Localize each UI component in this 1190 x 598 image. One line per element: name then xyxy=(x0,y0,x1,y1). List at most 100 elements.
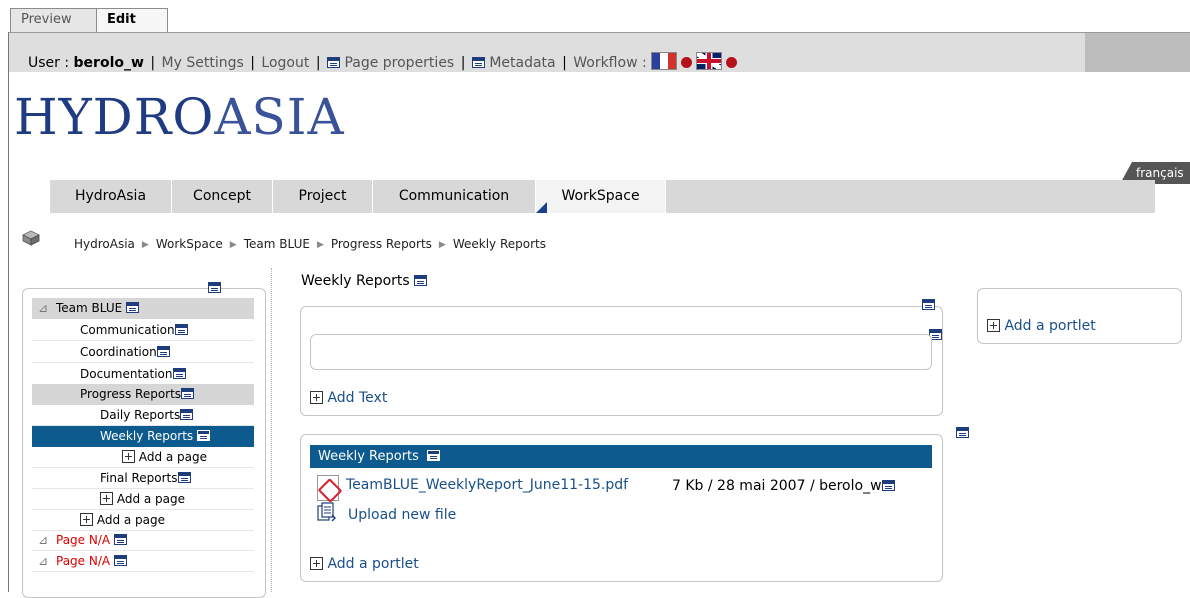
flag-fr-icon[interactable] xyxy=(651,52,678,70)
page-properties-icon[interactable] xyxy=(156,346,170,357)
status-dot-icon xyxy=(681,57,693,68)
user-label: User : xyxy=(28,55,70,71)
nav-tab-workspace[interactable]: WorkSpace xyxy=(536,180,666,213)
plus-icon xyxy=(310,557,323,570)
page-properties-icon[interactable] xyxy=(956,427,970,438)
add-portlet-label: Add a portlet xyxy=(327,556,419,572)
tree-item-label: Coordination xyxy=(80,345,157,359)
left-border xyxy=(8,32,9,592)
page-properties-icon[interactable] xyxy=(922,299,936,310)
tree-item-final-reports[interactable]: Final Reports xyxy=(32,468,254,489)
tree-item-weekly-reports[interactable]: Weekly Reports xyxy=(32,426,254,447)
tree-item-label: Weekly Reports xyxy=(100,429,194,443)
nav-tab-communication[interactable]: Communication xyxy=(373,180,536,213)
page-properties-icon[interactable] xyxy=(181,388,195,399)
nav-tab-project[interactable]: Project xyxy=(273,180,373,213)
breadcrumb-arrow-icon: ▶ xyxy=(438,240,446,250)
page-properties-link[interactable]: Page properties xyxy=(344,55,454,71)
nav-tab-hydroasia[interactable]: HydroAsia xyxy=(50,180,172,213)
page-properties-icon[interactable] xyxy=(113,534,127,545)
tree-item-daily-reports[interactable]: Daily Reports xyxy=(32,405,254,426)
tab-edit[interactable]: Edit xyxy=(96,8,168,32)
page-properties-icon[interactable] xyxy=(113,555,127,566)
tree-add-page-progress[interactable]: Add a page xyxy=(32,489,254,510)
my-settings-link[interactable]: My Settings xyxy=(162,55,244,71)
breadcrumb-arrow-icon: ▶ xyxy=(229,240,237,250)
breadcrumb: HydroAsia ▶ WorkSpace ▶ Team BLUE ▶ Progress R… xyxy=(74,236,546,253)
text-content-field[interactable] xyxy=(310,334,932,370)
tree-item-communication[interactable]: Communication xyxy=(32,320,254,341)
plus-icon xyxy=(100,492,113,505)
breadcrumb-item[interactable]: Team BLUE xyxy=(244,237,310,251)
tree-item-team-blue[interactable]: ⊿ Team BLUE xyxy=(32,298,254,319)
page-properties-icon[interactable] xyxy=(180,409,194,420)
file-meta: 7 Kb / 28 mai 2007 / berolo_w xyxy=(672,477,895,495)
cube-icon xyxy=(22,230,40,246)
metadata-icon[interactable] xyxy=(471,57,485,68)
page-properties-icon[interactable] xyxy=(208,282,221,293)
site-logo[interactable]: HYDROASIA xyxy=(14,88,345,146)
tree-item-progress-reports[interactable]: Progress Reports xyxy=(32,384,254,405)
logout-link[interactable]: Logout xyxy=(261,55,309,71)
page-properties-icon[interactable] xyxy=(172,368,186,379)
tree-item-label: Page N/A xyxy=(56,533,111,547)
add-page-label: Add a page xyxy=(116,492,186,506)
breadcrumb-item[interactable]: Weekly Reports xyxy=(453,237,546,251)
status-dot-icon xyxy=(726,57,738,68)
plus-icon xyxy=(310,391,323,404)
add-portlet-right-button[interactable]: Add a portlet xyxy=(987,317,1096,335)
plus-icon xyxy=(122,450,135,463)
tree-item-label: Documentation xyxy=(80,367,173,381)
tree-item-page-na[interactable]: ⊿ Page N/A xyxy=(32,551,254,572)
add-text-button[interactable]: Add Text xyxy=(310,389,387,407)
page-properties-icon[interactable] xyxy=(881,480,895,491)
plus-icon xyxy=(987,319,1000,332)
metadata-link[interactable]: Metadata xyxy=(489,55,555,71)
plus-icon xyxy=(80,513,93,526)
file-meta-text: 7 Kb / 28 mai 2007 / berolo_w xyxy=(672,478,882,494)
pdf-icon xyxy=(317,475,339,501)
main-navigation: HydroAsia Concept Project Communication … xyxy=(50,180,1155,213)
add-portlet-button[interactable]: Add a portlet xyxy=(310,555,419,573)
logo-text-asia: ASIA xyxy=(214,88,345,146)
page-properties-icon[interactable] xyxy=(197,430,210,441)
tree-item-page-na[interactable]: ⊿ Page N/A xyxy=(32,530,254,551)
pdf-file-link[interactable]: TeamBLUE_WeeklyReport_June11-15.pdf xyxy=(346,476,628,494)
upload-icon xyxy=(317,502,336,522)
user-toolbar-extension xyxy=(1085,32,1190,72)
breadcrumb-item[interactable]: Progress Reports xyxy=(331,237,432,251)
upload-new-file-link[interactable]: Upload new file xyxy=(348,506,456,524)
tree-add-page-weekly[interactable]: Add a page xyxy=(32,447,254,468)
right-portlet-area xyxy=(977,288,1182,344)
file-portlet-header: Weekly Reports xyxy=(310,445,932,468)
page-properties-icon[interactable] xyxy=(326,57,340,68)
page-properties-icon[interactable] xyxy=(177,472,191,483)
user-toolbar-links: User : berolo_w | My Settings | Logout |… xyxy=(28,52,741,72)
file-portlet-title: Weekly Reports xyxy=(318,449,419,464)
add-portlet-label: Add a portlet xyxy=(1004,318,1096,334)
breadcrumb-item[interactable]: WorkSpace xyxy=(156,237,223,251)
workflow-label: Workflow : xyxy=(573,55,647,71)
page-title-text: Weekly Reports xyxy=(301,273,410,289)
mode-tab-bar xyxy=(0,0,1190,32)
logo-text-hydro: HYDRO xyxy=(14,88,215,146)
flag-uk-icon[interactable] xyxy=(696,52,723,70)
nav-tab-concept[interactable]: Concept xyxy=(172,180,273,213)
page-properties-icon[interactable] xyxy=(414,275,428,286)
breadcrumb-item[interactable]: HydroAsia xyxy=(74,237,135,251)
tree-item-coordination[interactable]: Coordination xyxy=(32,342,254,363)
tree-item-documentation[interactable]: Documentation xyxy=(32,364,254,385)
breadcrumb-arrow-icon: ▶ xyxy=(316,240,324,250)
add-text-label: Add Text xyxy=(327,390,388,406)
page-properties-icon[interactable] xyxy=(427,450,441,461)
page-title: Weekly Reports xyxy=(301,272,428,290)
tree-add-page-team[interactable]: Add a page xyxy=(32,510,254,531)
tree-item-label: Communication xyxy=(80,323,175,337)
tree-item-label: Team BLUE xyxy=(56,301,123,315)
column-divider xyxy=(271,268,272,592)
tab-preview[interactable]: Preview xyxy=(10,8,102,32)
username: berolo_w xyxy=(73,55,144,71)
tree-item-label: Final Reports xyxy=(100,471,178,485)
page-properties-icon[interactable] xyxy=(174,324,188,335)
page-properties-icon[interactable] xyxy=(126,302,140,313)
